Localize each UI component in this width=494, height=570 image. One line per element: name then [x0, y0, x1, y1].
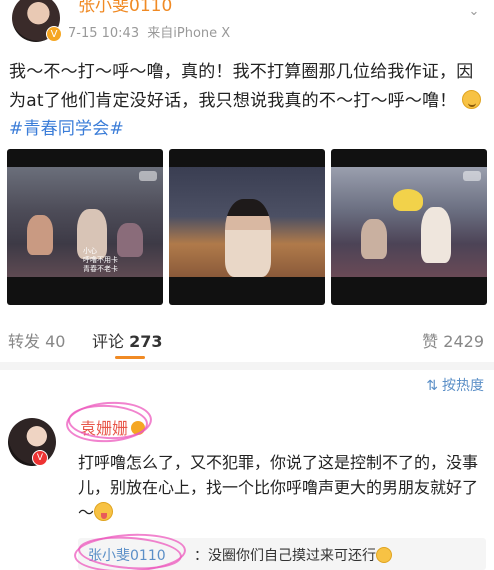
post-image-3[interactable]: [331, 149, 487, 305]
post-source: 来自iPhone X: [147, 26, 231, 41]
post-images: 小心 呼噜不用卡 青春不老卡: [7, 149, 487, 305]
post-meta: 7-15 10:43 来自iPhone X: [68, 22, 234, 41]
topic-link[interactable]: #青春同学会#: [9, 119, 124, 139]
repost-button[interactable]: 转发 40: [8, 328, 65, 352]
sort-toggle[interactable]: ⇅ 按热度: [426, 375, 484, 395]
post-time: 7-15 10:43: [68, 26, 140, 41]
image-caption: 小心 呼噜不用卡 青春不老卡: [83, 247, 118, 273]
comment-body: 打呼噜怎么了，又不犯罪，你说了这是控制不了的，没事儿，别放在心上，找一个比你呼噜…: [78, 450, 486, 525]
reply-box[interactable]: 张小斐0110 ：没圈你们自己摸过来可还行: [78, 538, 486, 570]
post-image-1[interactable]: 小心 呼噜不用卡 青春不老卡: [7, 149, 163, 305]
image-scene: 小心 呼噜不用卡 青春不老卡: [7, 167, 163, 277]
sort-label: 按热度: [442, 378, 484, 394]
post-author-name[interactable]: 张小斐0110: [78, 0, 172, 16]
tv-logo-icon: [139, 171, 157, 181]
commenter-name-text: 袁姗姗: [80, 419, 129, 438]
reply-text: ：没圈你们自己摸过来可还行: [194, 545, 392, 565]
like-button[interactable]: 赞 2429: [422, 328, 484, 352]
comment-text: 打呼噜怎么了，又不犯罪，你说了这是控制不了的，没事儿，别放在心上，找一个比你呼噜…: [78, 453, 479, 522]
post-body: 我～不～打～呼～噜，真的！我不打算圈那几位给我作证，因为at了他们肯定没好话，我…: [9, 58, 487, 144]
post-text: 我～不～打～呼～噜，真的！我不打算圈那几位给我作证，因为at了他们肯定没好话，我…: [9, 62, 474, 111]
tv-logo-icon: [463, 171, 481, 181]
post-menu-chevron-icon[interactable]: ⌄: [466, 4, 482, 20]
verified-badge-icon: V: [32, 450, 48, 466]
commenter-name[interactable]: 袁姗姗: [80, 415, 146, 439]
repost-label: 转发: [8, 332, 41, 351]
post-image-2[interactable]: [169, 149, 325, 305]
sort-icon: ⇅: [426, 378, 438, 394]
comment-count: 273: [129, 332, 163, 351]
tongue-out-face-icon: [94, 502, 114, 521]
comment-tab[interactable]: 评论 273: [92, 328, 163, 352]
section-divider: [0, 362, 494, 370]
like-count: 2429: [443, 332, 484, 351]
action-bar: 转发 40 评论 273 赞 2429: [0, 320, 494, 359]
reply-author[interactable]: 张小斐0110: [88, 545, 166, 565]
reply-text-content: ：没圈你们自己摸过来可还行: [194, 548, 376, 564]
like-label: 赞: [422, 332, 439, 351]
active-tab-indicator: [115, 356, 145, 359]
repost-count: 40: [45, 332, 66, 351]
image-scene: [169, 167, 325, 277]
verified-badge-icon: V: [46, 26, 62, 42]
image-scene: [331, 167, 487, 277]
upside-down-face-icon: [376, 547, 392, 563]
upside-down-face-icon: [462, 89, 482, 109]
post-header: V 张小斐0110 7-15 10:43 来自iPhone X ⌄: [0, 0, 494, 50]
comment-label: 评论: [92, 332, 125, 351]
vip-icon: [131, 421, 146, 435]
